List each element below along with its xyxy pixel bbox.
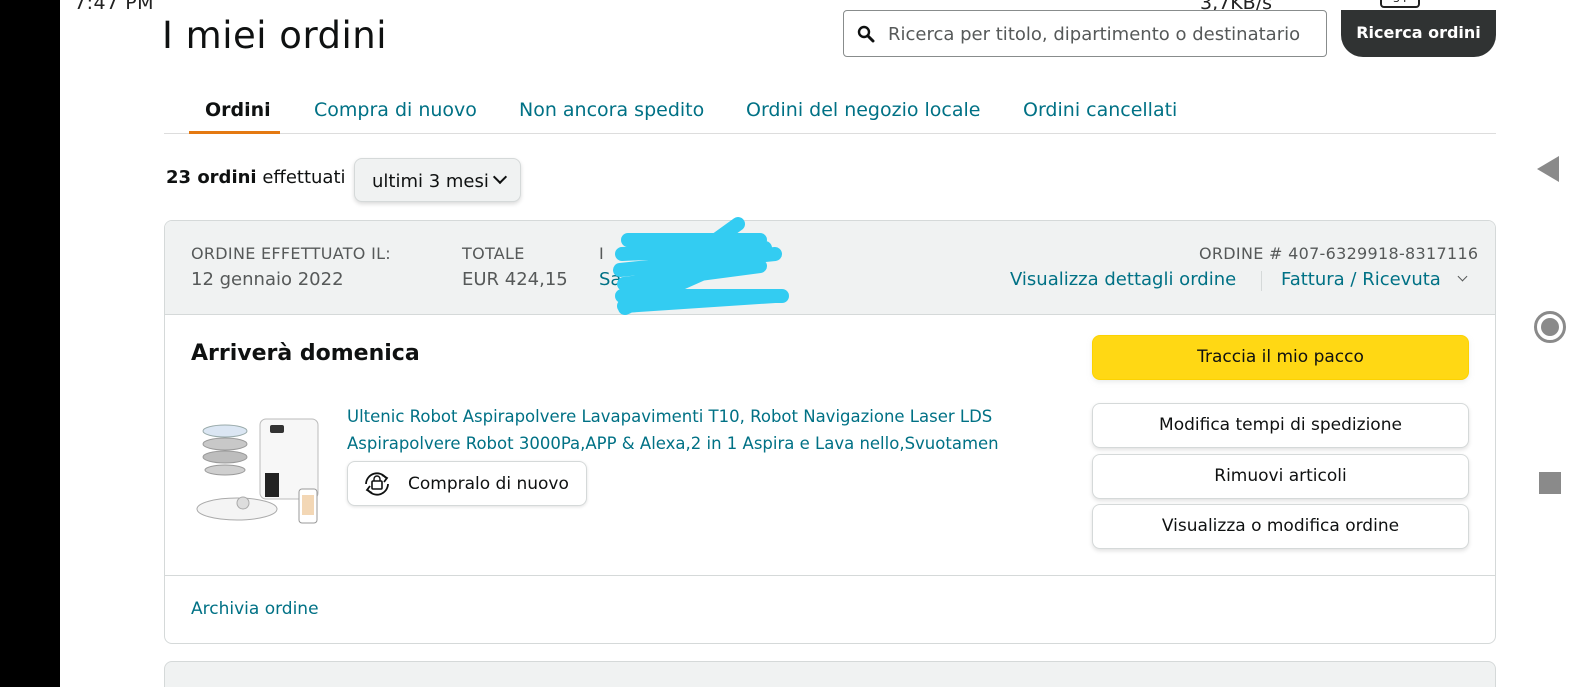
orders-count-suffix: effettuati xyxy=(262,167,346,188)
nav-back-icon[interactable] xyxy=(1537,156,1559,182)
redaction-scribble xyxy=(613,217,789,315)
order-card: ORDINE EFFETTUATO IL: 12 gennaio 2022 TO… xyxy=(164,220,1496,644)
archive-order-link[interactable]: Archivia ordine xyxy=(191,599,319,619)
orders-count-number: 23 ordini xyxy=(166,167,257,188)
order-number: ORDINE # 407-6329918-8317116 xyxy=(1199,244,1479,263)
order-placed-label: ORDINE EFFETTUATO IL: xyxy=(191,244,391,263)
search-placeholder: Ricerca per titolo, dipartimento o desti… xyxy=(888,24,1301,45)
order-header: ORDINE EFFETTUATO IL: 12 gennaio 2022 TO… xyxy=(165,221,1495,315)
card-divider xyxy=(165,575,1495,576)
page: 7:47 PM 3,7KB/s 34 I miei ordini Ricerca… xyxy=(60,0,1510,687)
chevron-down-icon xyxy=(492,169,508,185)
android-nav-bar xyxy=(1510,0,1574,687)
next-order-card xyxy=(164,661,1496,687)
order-placed-date: 12 gennaio 2022 xyxy=(191,269,344,290)
screen: 7:47 PM 3,7KB/s 34 I miei ordini Ricerca… xyxy=(0,0,1574,687)
battery-icon: 34 xyxy=(1380,0,1420,8)
tab-ordini-cancellati[interactable]: Ordini cancellati xyxy=(1023,99,1177,121)
view-modify-order-button[interactable]: Visualizza o modifica ordine xyxy=(1092,504,1469,549)
remove-items-button[interactable]: Rimuovi articoli xyxy=(1092,454,1469,499)
invoice-chevron-icon[interactable] xyxy=(1457,271,1468,282)
tab-non-ancora-spedito[interactable]: Non ancora spedito xyxy=(519,99,704,121)
order-total-value: EUR 424,15 xyxy=(462,269,568,290)
order-details-link[interactable]: Visualizza dettagli ordine xyxy=(1010,269,1236,290)
order-tabs: Ordini Compra di nuovo Non ancora spedit… xyxy=(164,90,1496,134)
tab-compra-di-nuovo[interactable]: Compra di nuovo xyxy=(314,99,477,121)
product-image[interactable] xyxy=(195,411,330,531)
orders-count: 23 ordini effettuati xyxy=(166,167,346,188)
buy-again-button[interactable]: Compralo di nuovo xyxy=(347,461,587,506)
active-tab-indicator xyxy=(189,131,280,134)
tab-ordini[interactable]: Ordini xyxy=(205,99,271,121)
buy-again-label: Compralo di nuovo xyxy=(408,474,569,494)
status-time: 7:47 PM xyxy=(74,0,155,14)
invoice-link[interactable]: Fattura / Ricevuta xyxy=(1281,269,1441,290)
nav-recents-icon[interactable] xyxy=(1539,472,1561,494)
tab-ordini-negozio-locale[interactable]: Ordini del negozio locale xyxy=(746,99,981,121)
order-total-label: TOTALE xyxy=(462,244,525,263)
delivery-status: Arriverà domenica xyxy=(191,341,420,366)
buy-again-icon xyxy=(365,472,389,496)
page-title: I miei ordini xyxy=(162,14,387,57)
search-orders-button[interactable]: Ricerca ordini xyxy=(1341,10,1496,57)
period-dropdown[interactable]: ultimi 3 mesi xyxy=(354,158,521,202)
modify-shipping-button[interactable]: Modifica tempi di spedizione xyxy=(1092,403,1469,448)
nav-home-icon[interactable] xyxy=(1534,311,1566,343)
search-input[interactable]: Ricerca per titolo, dipartimento o desti… xyxy=(843,10,1327,57)
period-selected-value: ultimi 3 mesi xyxy=(372,171,489,192)
track-package-button[interactable]: Traccia il mio pacco xyxy=(1092,335,1469,380)
product-title-link[interactable]: Ultenic Robot Aspirapolvere Lavapaviment… xyxy=(347,403,1027,457)
search-icon xyxy=(857,25,875,43)
header-divider xyxy=(1261,271,1262,291)
